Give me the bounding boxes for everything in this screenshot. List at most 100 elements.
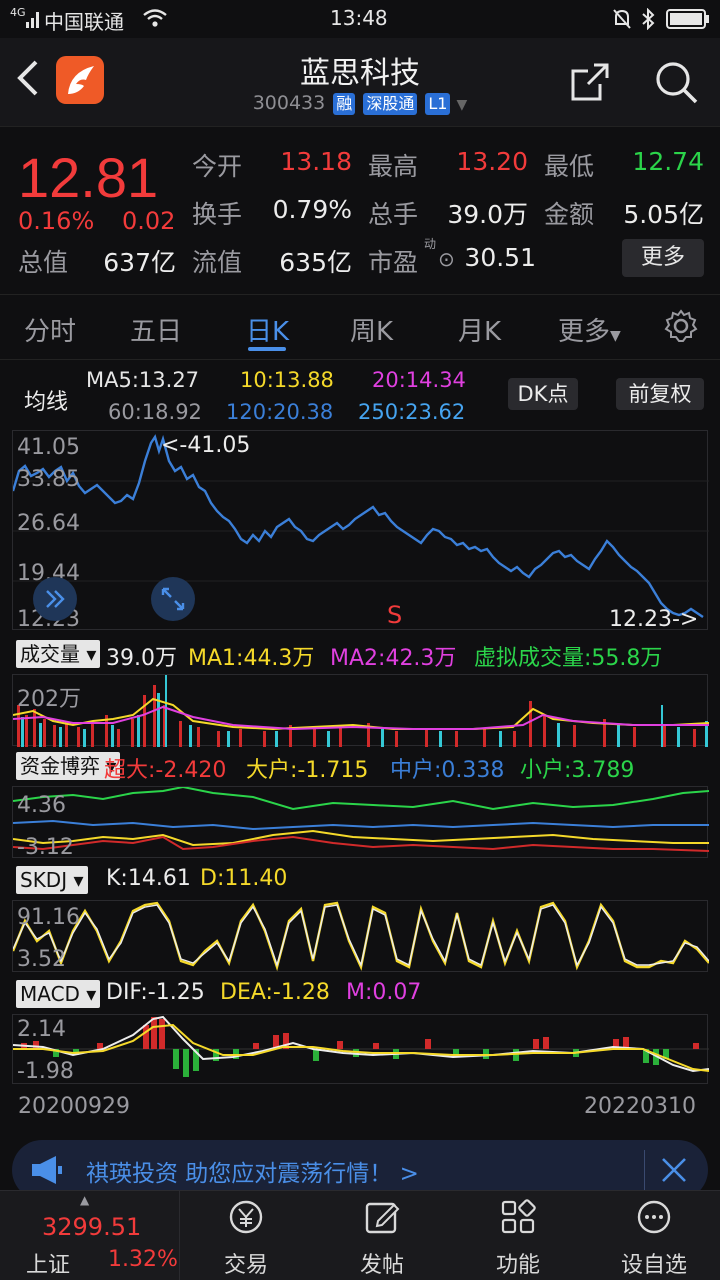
volume-y-max: 202万 [17, 687, 81, 712]
tag-level: L1 [425, 93, 451, 115]
tab-intraday[interactable]: 分时 [24, 311, 76, 348]
share-button[interactable] [570, 62, 610, 102]
search-icon [656, 62, 698, 104]
adjust-button[interactable]: 前复权 [616, 378, 704, 410]
pe-dynamic-mark: 动 [424, 237, 437, 251]
low-label: 最低 [544, 152, 595, 181]
double-chevron-right-icon [46, 590, 65, 608]
macd-chart[interactable]: 2.14 -1.98 [12, 1014, 710, 1084]
fund-big: 大户:-1.715 [246, 758, 369, 783]
fund-small: 小户:3.789 [520, 758, 635, 783]
nav-post[interactable]: 发帖 [322, 1191, 442, 1280]
more-button[interactable]: 更多 [622, 239, 704, 277]
volume-ma2: MA2:42.3万 [330, 646, 457, 671]
nav-watchlist[interactable]: 设自选 [594, 1191, 714, 1280]
nav-functions[interactable]: 功能 [458, 1191, 578, 1280]
search-button[interactable] [654, 60, 698, 104]
high-label: 最高 [368, 152, 419, 181]
float-label: 流值 [192, 248, 243, 277]
tab-more[interactable]: 更多▼ [558, 311, 621, 348]
wifi-icon [143, 9, 167, 27]
skdj-legend: SKDJ ▾ K:14.61 D:11.40 [0, 866, 720, 896]
megaphone-icon [32, 1156, 62, 1184]
change-percent: 0.16% [18, 207, 95, 235]
bluetooth-icon [642, 8, 655, 30]
fund-legend: 资金博弈 ▾ 超大:-2.420 大户:-1.715 中户:0.338 小户:3… [0, 752, 720, 783]
expand-arrows-icon [161, 587, 185, 611]
caret-down-icon: ▼ [456, 97, 468, 113]
index-percent: 1.32% [108, 1247, 178, 1272]
ma-label[interactable]: 均线 [24, 384, 68, 416]
fund-y-max: 4.36 [17, 793, 66, 818]
stock-name: 蓝思科技 [300, 56, 420, 91]
fund-y-min: -3.12 [17, 835, 74, 860]
dk-point-button[interactable]: DK点 [508, 378, 578, 410]
nav-functions-label: 功能 [495, 1253, 540, 1278]
ma-legend: 均线 MA5:13.27 10:13.88 20:14.34 60:18.92 … [0, 360, 720, 430]
change-amount: 0.02 [122, 207, 176, 235]
edit-icon [365, 1202, 400, 1234]
virtual-volume: 虚拟成交量:55.8万 [474, 646, 663, 671]
volume-value: 39.0万 [447, 200, 528, 229]
ma60: 60:18.92 [108, 400, 202, 424]
banner-text: 祺瑛投资 助您应对震荡行情！ > [86, 1161, 419, 1187]
ma250: 250:23.62 [358, 400, 466, 424]
ma20: 20:14.34 [372, 368, 466, 392]
battery-icon [666, 9, 709, 29]
volume-indicator-select[interactable]: 成交量 ▾ [16, 640, 101, 668]
macd-legend: MACD ▾ DIF:-1.25 DEA:-1.28 M:0.07 [0, 980, 720, 1010]
skdj-chart[interactable]: 91.16 3.52 [11, 900, 710, 972]
skdj-indicator-select[interactable]: SKDJ ▾ [16, 866, 88, 894]
amount-label: 金额 [544, 200, 595, 229]
tab-daily-k[interactable]: 日K [246, 311, 289, 348]
tag-connect: 深股通 [363, 93, 418, 115]
ma120: 120:20.38 [226, 400, 334, 424]
more-dots-icon[interactable]: ⊙ [438, 247, 455, 271]
kline-y-2: 33.85 [17, 467, 80, 492]
kline-plot [11, 434, 709, 618]
carrier: 中国联通 [44, 10, 124, 34]
active-tab-indicator [248, 347, 286, 351]
nav-post-label: 发帖 [359, 1253, 404, 1278]
max-price-note: <-41.05 [161, 433, 251, 458]
index-name: 上证 [26, 1253, 71, 1278]
tab-weekly-k[interactable]: 周K [350, 311, 393, 348]
macd-indicator-select[interactable]: MACD ▾ [16, 980, 101, 1008]
open-value: 13.18 [280, 147, 352, 176]
stock-code-row[interactable]: 300433 融 深股通 L1 ▼ [0, 92, 720, 115]
nav-trade[interactable]: 交易 [186, 1191, 306, 1280]
pe-value: 30.51 [464, 243, 536, 272]
skdj-k: K:14.61 [106, 866, 191, 891]
nav-trade-label: 交易 [223, 1253, 268, 1278]
volume-legend: 成交量 ▾ 39.0万 MA1:44.3万 MA2:42.3万 虚拟成交量:55… [0, 640, 720, 671]
end-date: 20220310 [584, 1094, 696, 1119]
close-icon[interactable] [660, 1156, 688, 1184]
clock: 13:48 [330, 6, 388, 30]
fund-mid: 中户:0.338 [390, 758, 505, 783]
caret-down-icon: ▼ [610, 328, 621, 344]
current-price: 12.81 [18, 146, 159, 209]
fund-super: 超大:-2.420 [104, 758, 227, 783]
turnover-label: 换手 [192, 200, 243, 229]
volume-value: 39.0万 [106, 646, 177, 671]
kline-chart[interactable]: 41.05 33.85 26.64 19.44 12.23 <-41.05 12… [11, 430, 709, 632]
float-value: 635亿 [279, 248, 352, 277]
fullscreen-button[interactable] [151, 577, 195, 621]
kline-y-max: 41.05 [17, 435, 80, 460]
grid-icon [501, 1199, 536, 1234]
tab-five-day[interactable]: 五日 [130, 311, 182, 348]
expand-left-button[interactable] [33, 577, 77, 621]
kline-y-3: 26.64 [17, 511, 80, 536]
volume-bars [12, 675, 710, 747]
header: 蓝思科技 300433 融 深股通 L1 ▼ [0, 38, 720, 126]
skdj-plot [11, 901, 710, 972]
index-ticker[interactable]: ▲ 3299.51 上证 1.32% [0, 1191, 180, 1280]
sell-signal: S [387, 601, 403, 629]
volume-chart[interactable]: 202万 [12, 674, 710, 747]
settings-gear-icon[interactable] [664, 309, 698, 343]
stock-code: 300433 [252, 92, 326, 114]
nav-watchlist-label: 设自选 [620, 1253, 687, 1278]
tab-monthly-k[interactable]: 月K [458, 311, 501, 348]
volume-label: 总手 [368, 200, 419, 229]
fund-chart[interactable]: 4.36 -3.12 [12, 785, 710, 860]
